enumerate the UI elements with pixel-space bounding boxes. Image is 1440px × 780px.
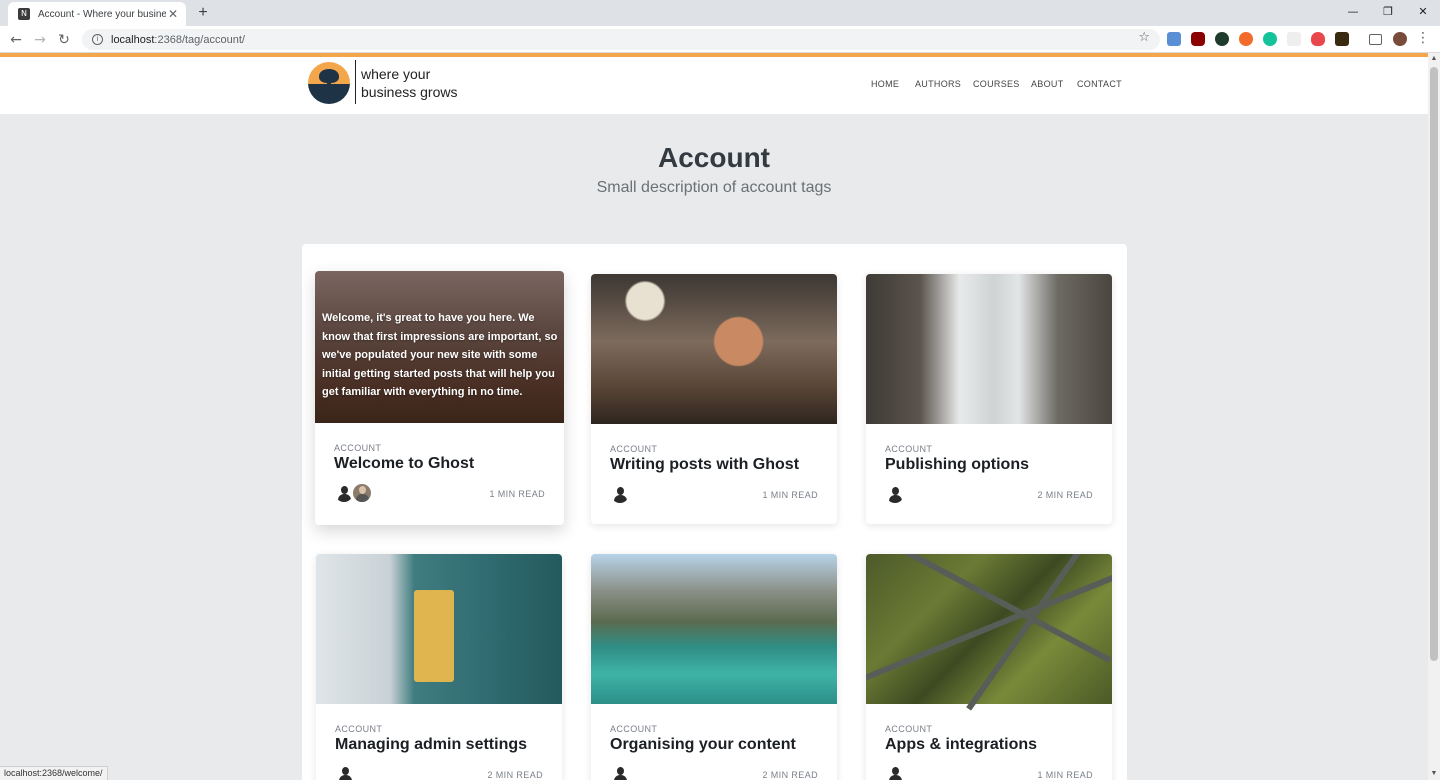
post-image[interactable] [316,554,562,704]
post-tag[interactable]: ACCOUNT [885,724,932,734]
post-image-overlay: Welcome, it's great to have you here. We… [315,271,564,423]
post-authors [334,483,372,503]
cast-icon[interactable] [1369,34,1382,45]
read-time: 2 MIN READ [762,770,818,780]
post-title[interactable]: Apps & integrations [885,736,1037,754]
post-title[interactable]: Welcome to Ghost [334,455,474,473]
nav-contact[interactable]: CONTACT [1077,79,1122,89]
post-excerpt: Welcome, it's great to have you here. We… [322,312,558,398]
page-scrollbar[interactable]: ▲ ▼ [1428,53,1440,780]
author-avatar[interactable] [352,483,372,503]
browser-tab-strip: N Account - Where your business g ✕ + — … [0,0,1440,26]
read-time: 1 MIN READ [762,490,818,500]
author-avatar[interactable] [610,764,630,780]
post-authors [610,764,630,780]
page-title: Account [658,142,770,173]
author-avatar[interactable] [334,483,354,503]
extension-icon[interactable] [1239,32,1253,46]
post-title[interactable]: Managing admin settings [335,736,527,754]
nav-home[interactable]: HOME [871,79,899,89]
read-time: 2 MIN READ [1037,490,1093,500]
extension-icon[interactable] [1311,32,1325,46]
post-authors [335,764,355,780]
site-info-icon[interactable]: i [92,34,103,45]
post-tag[interactable]: ACCOUNT [334,443,381,453]
close-window-button[interactable]: ✕ [1408,3,1438,21]
bookmark-star-icon[interactable]: ☆ [1138,30,1150,45]
restore-window-button[interactable]: ❐ [1373,3,1403,21]
scroll-down-arrow-icon[interactable]: ▼ [1428,768,1440,780]
extension-icon[interactable] [1335,32,1349,46]
author-avatar[interactable] [335,764,355,780]
forward-button[interactable]: → [30,30,50,50]
extension-icon[interactable] [1167,32,1181,46]
post-image[interactable] [866,274,1112,424]
read-time: 1 MIN READ [489,489,545,499]
post-tag[interactable]: ACCOUNT [335,724,382,734]
post-card[interactable]: ACCOUNT Publishing options 2 MIN READ [866,274,1112,524]
post-authors [610,484,630,504]
browser-toolbar: ← → ↻ i localhost:2368/tag/account/ ☆ ⋮ [0,26,1440,53]
site-header: where your business grows HOME AUTHORS C… [0,57,1428,114]
reload-button[interactable]: ↻ [54,30,74,50]
url-text: localhost:2368/tag/account/ [111,33,245,46]
post-card[interactable]: ACCOUNT Managing admin settings 2 MIN RE… [316,554,562,780]
nav-authors[interactable]: AUTHORS [915,79,961,89]
grammarly-extension-icon[interactable] [1263,32,1277,46]
scrollbar-thumb[interactable] [1430,67,1438,661]
post-card[interactable]: Welcome, it's great to have you here. We… [315,271,564,525]
read-time: 1 MIN READ [1037,770,1093,780]
post-tag[interactable]: ACCOUNT [610,444,657,454]
minimize-window-button[interactable]: — [1338,3,1368,21]
post-image[interactable] [591,554,837,704]
author-avatar[interactable] [885,764,905,780]
post-card[interactable]: ACCOUNT Organising your content 2 MIN RE… [591,554,837,780]
address-bar[interactable]: i localhost:2368/tag/account/ ☆ [82,29,1160,50]
post-title[interactable]: Organising your content [610,736,796,754]
page-description: Small description of account tags [596,179,832,196]
new-tab-button[interactable]: + [194,4,212,22]
nav-about[interactable]: ABOUT [1031,79,1064,89]
back-button[interactable]: ← [6,30,26,50]
nav-courses[interactable]: COURSES [973,79,1020,89]
logo-text[interactable]: where your business grows [361,65,458,101]
post-authors [885,764,905,780]
post-image[interactable] [866,554,1112,711]
post-card[interactable]: ACCOUNT Writing posts with Ghost 1 MIN R… [591,274,837,524]
post-authors [885,484,905,504]
status-bar-url: localhost:2368/welcome/ [0,766,108,780]
page-viewport: where your business grows HOME AUTHORS C… [0,53,1428,780]
browser-tab[interactable]: N Account - Where your business g ✕ [8,2,186,26]
logo-tree-icon[interactable] [308,62,350,104]
hangout-sign [414,590,454,682]
read-time: 2 MIN READ [487,770,543,780]
extension-icon[interactable] [1215,32,1229,46]
author-avatar[interactable] [885,484,905,504]
ublock-extension-icon[interactable] [1191,32,1205,46]
scroll-up-arrow-icon[interactable]: ▲ [1428,53,1440,65]
tab-title: Account - Where your business g [38,8,166,20]
post-title[interactable]: Publishing options [885,456,1029,474]
extension-icon[interactable] [1287,32,1301,46]
profile-avatar[interactable] [1393,32,1407,46]
post-tag[interactable]: ACCOUNT [885,444,932,454]
close-tab-icon[interactable]: ✕ [166,7,180,21]
author-avatar[interactable] [610,484,630,504]
post-card[interactable]: ACCOUNT Apps & integrations 1 MIN READ [866,554,1112,780]
post-tag[interactable]: ACCOUNT [610,724,657,734]
browser-menu-icon[interactable]: ⋮ [1416,30,1430,46]
logo-divider [355,60,356,104]
site-favicon-icon: N [18,8,30,20]
post-title[interactable]: Writing posts with Ghost [610,456,799,474]
post-image[interactable] [591,274,837,424]
